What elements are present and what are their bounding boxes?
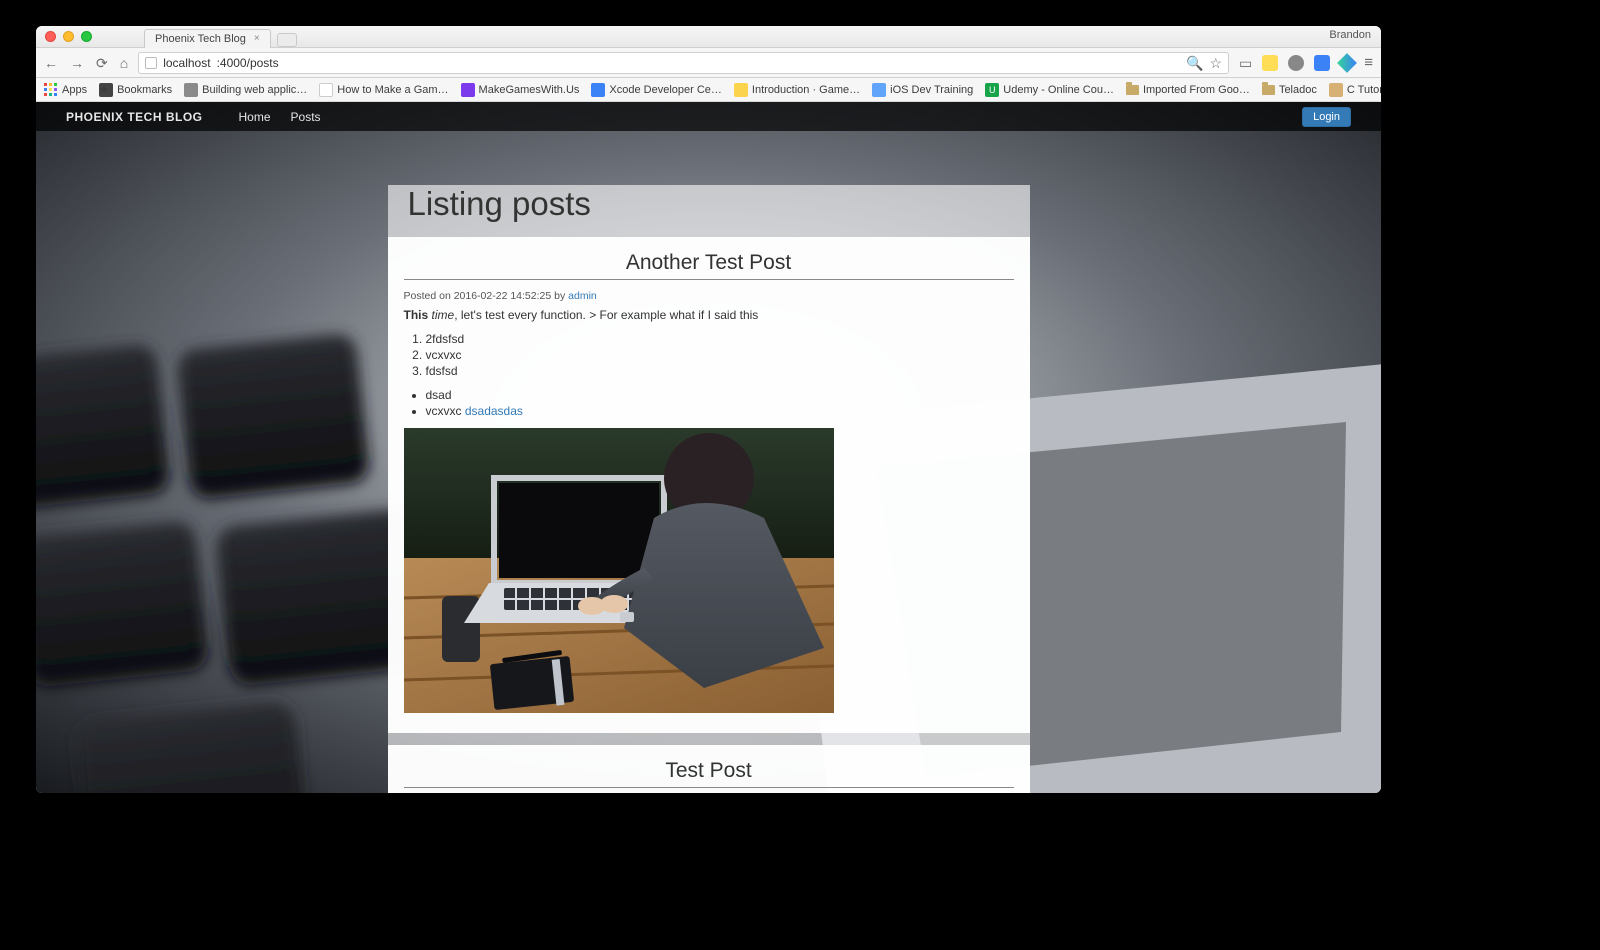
extension-icon-1[interactable]: [1262, 55, 1278, 71]
post-card: Test Post Posted on 2016-02-02 20:20:11 …: [388, 745, 1030, 793]
window-traffic-lights: [45, 31, 92, 42]
browser-toolbar: ← → ⟳ ⌂ localhost :4000/posts 🔍 ☆ ▭ ≡: [36, 48, 1381, 78]
post-divider: [404, 787, 1014, 788]
site-nav-links: Home Posts: [239, 110, 321, 124]
bookmark-star-icon[interactable]: ☆: [1209, 56, 1222, 70]
search-icon: 🔍: [1186, 56, 1203, 70]
apps-grid-icon: [44, 83, 58, 97]
site-navbar: PHOENIX TECH BLOG Home Posts Login: [36, 102, 1381, 131]
close-window-button[interactable]: [45, 31, 56, 42]
browser-window: Phoenix Tech Blog × Brandon ← → ⟳ ⌂ loca…: [36, 26, 1381, 793]
bookmark-item[interactable]: MakeGamesWith.Us: [461, 83, 580, 97]
minimize-window-button[interactable]: [63, 31, 74, 42]
bulb-icon: [734, 83, 748, 97]
reload-button[interactable]: ⟳: [96, 56, 108, 70]
page-title: Listing posts: [388, 185, 1030, 223]
bookmark-item[interactable]: ★Bookmarks: [99, 83, 172, 97]
tan-icon: [1329, 83, 1343, 97]
extension-icon-2[interactable]: [1288, 55, 1304, 71]
bookmark-item[interactable]: Introduction · Game…: [734, 83, 860, 97]
apps-label: Apps: [62, 84, 87, 96]
violet-icon: [461, 83, 475, 97]
bookmark-item[interactable]: Xcode Developer Ce…: [591, 83, 722, 97]
toolbar-right: ▭ ≡: [1239, 55, 1373, 71]
bookmark-item[interactable]: C Tutorial: [1329, 83, 1381, 97]
nav-link-posts[interactable]: Posts: [291, 110, 321, 124]
list-item: vcxvxc dsadasdas: [426, 404, 1014, 418]
nav-arrows: ← → ⟳ ⌂: [44, 56, 128, 70]
bookmark-item[interactable]: Teladoc: [1262, 84, 1317, 96]
url-path: :4000/posts: [217, 56, 279, 70]
list-item: vcxvxc: [426, 348, 1014, 362]
bookmark-item[interactable]: How to Make a Gam…: [319, 83, 448, 97]
post-title[interactable]: Another Test Post: [404, 251, 1014, 275]
post-ordered-list: 2fdsfsd vcxvxc fdsfsd: [404, 332, 1014, 378]
post-author-link[interactable]: admin: [568, 290, 597, 302]
folder-icon: [1262, 85, 1275, 95]
post-divider: [404, 279, 1014, 280]
close-tab-icon[interactable]: ×: [254, 33, 264, 43]
post-card: Another Test Post Posted on 2016-02-22 1…: [388, 237, 1030, 733]
extension-icon-4[interactable]: [1337, 53, 1357, 73]
udemy-icon: U: [985, 83, 999, 97]
extension-icon-3[interactable]: [1314, 55, 1330, 71]
list-item: dsad: [426, 388, 1014, 402]
bookmark-item[interactable]: UUdemy - Online Cou…: [985, 83, 1114, 97]
tab-strip: Phoenix Tech Blog ×: [144, 29, 297, 48]
login-button[interactable]: Login: [1302, 107, 1351, 127]
post-unordered-list: dsad vcxvxc dsadasdas: [404, 388, 1014, 418]
post-body-line: This time, let's test every function. > …: [404, 308, 1014, 322]
browser-tab-active[interactable]: Phoenix Tech Blog ×: [144, 29, 271, 48]
page-container: Listing posts Another Test Post Posted o…: [388, 185, 1030, 793]
nav-link-home[interactable]: Home: [239, 110, 271, 124]
post-image: [404, 428, 834, 713]
maximize-window-button[interactable]: [81, 31, 92, 42]
chrome-menu-icon[interactable]: ≡: [1364, 55, 1373, 70]
inline-link[interactable]: dsadasdas: [465, 404, 523, 418]
dot-icon: [319, 83, 333, 97]
address-bar[interactable]: localhost :4000/posts 🔍 ☆: [138, 52, 1229, 74]
browser-tab-title: Phoenix Tech Blog: [155, 33, 246, 45]
new-tab-button[interactable]: [277, 33, 297, 47]
list-item: 2fdsfsd: [426, 332, 1014, 346]
post-meta: Posted on 2016-02-22 14:52:25 by admin: [404, 290, 1014, 302]
sky-icon: [872, 83, 886, 97]
device-icon[interactable]: ▭: [1239, 56, 1252, 70]
forward-button[interactable]: →: [70, 56, 84, 70]
window-titlebar: Phoenix Tech Blog × Brandon: [36, 26, 1381, 48]
url-host: localhost: [163, 56, 210, 70]
page-icon: [145, 57, 157, 69]
post-timestamp: 2016-02-22 14:52:25: [454, 290, 552, 302]
book-icon: [184, 83, 198, 97]
page-viewport: PHOENIX TECH BLOG Home Posts Login Listi…: [36, 102, 1381, 793]
bookmark-item[interactable]: Imported From Goo…: [1126, 84, 1250, 96]
bookmark-item[interactable]: Building web applic…: [184, 83, 307, 97]
post-title[interactable]: Test Post: [404, 759, 1014, 783]
site-brand[interactable]: PHOENIX TECH BLOG: [66, 110, 203, 124]
folder-icon: [1126, 85, 1139, 95]
bookmark-item[interactable]: iOS Dev Training: [872, 83, 973, 97]
home-button[interactable]: ⌂: [120, 56, 128, 70]
bookmarks-bar: Apps ★Bookmarks Building web applic… How…: [36, 78, 1381, 102]
list-item: fdsfsd: [426, 364, 1014, 378]
back-button[interactable]: ←: [44, 56, 58, 70]
star-icon: ★: [99, 83, 113, 97]
apps-button[interactable]: Apps: [44, 83, 87, 97]
chrome-profile-label[interactable]: Brandon: [1329, 29, 1371, 41]
blue-icon: [591, 83, 605, 97]
